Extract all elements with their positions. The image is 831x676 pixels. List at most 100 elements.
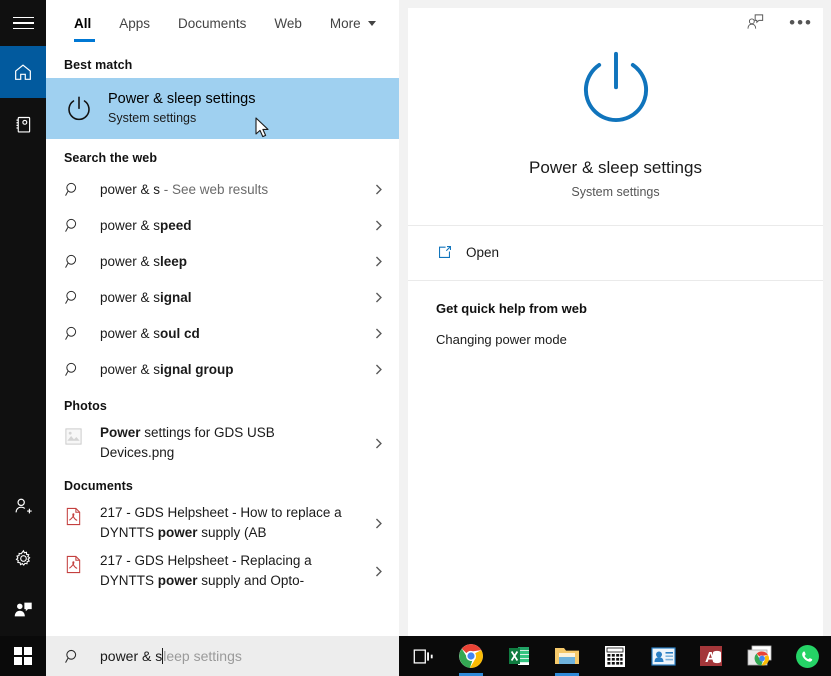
document-result-row[interactable]: 217 - GDS Helpsheet - Replacing a DYNTTS… [46, 547, 399, 595]
more-options-button[interactable]: ••• [785, 14, 817, 32]
tab-documents[interactable]: Documents [164, 0, 260, 46]
tab-apps[interactable]: Apps [105, 0, 164, 46]
web-suggestion-label: power & signal [100, 289, 365, 306]
gear-icon [13, 548, 34, 569]
preview-actions: Open [408, 226, 823, 280]
chevron-right-icon[interactable] [365, 363, 391, 376]
chevron-right-icon[interactable] [365, 255, 391, 268]
taskbar-task-view-button[interactable] [399, 636, 447, 676]
power-icon [408, 46, 823, 135]
web-suggestion-label: power & soul cd [100, 325, 365, 342]
search-icon [64, 361, 100, 378]
chevron-right-icon[interactable] [365, 437, 391, 450]
quick-help-title: Get quick help from web [436, 301, 823, 316]
chevron-right-icon[interactable] [365, 219, 391, 232]
best-match-result[interactable]: Power & sleep settings System settings [46, 78, 399, 139]
web-suggestion-row[interactable]: power & soul cd [46, 315, 399, 351]
rail-item-settings[interactable] [0, 532, 46, 584]
taskbar-photos-chrome-button[interactable] [735, 636, 783, 676]
best-match-subtitle: System settings [108, 110, 391, 127]
home-icon [12, 61, 34, 83]
search-icon [64, 253, 100, 270]
web-suggestions-list: power & s - See web results power & speed… [46, 171, 399, 387]
document-results-list: 217 - GDS Helpsheet - How to replace a D… [46, 499, 399, 595]
preview-pane-wrapper: Power & sleep settings System settings [399, 0, 831, 636]
rail-item-feedback[interactable] [0, 584, 46, 636]
whatsapp-icon [795, 644, 820, 669]
tab-web[interactable]: Web [260, 0, 316, 46]
web-suggestion-row[interactable]: power & sleep [46, 243, 399, 279]
preview-title: Power & sleep settings [408, 157, 823, 179]
quick-help-section: Get quick help from web Changing power m… [408, 281, 823, 347]
access-icon: A [699, 644, 723, 668]
taskbar-contacts-button[interactable] [639, 636, 687, 676]
quick-help-link[interactable]: Changing power mode [436, 332, 823, 347]
taskbar-whatsapp-button[interactable] [783, 636, 831, 676]
taskbar-excel-button[interactable] [495, 636, 543, 676]
taskbar-file-explorer-button[interactable] [543, 636, 591, 676]
pdf-file-icon [64, 507, 83, 526]
open-action-button[interactable]: Open [408, 236, 823, 268]
windows-search-flyout: All Apps Documents Web More Best ma [0, 0, 831, 636]
hamburger-icon [13, 17, 34, 30]
rail-item-account[interactable] [0, 480, 46, 532]
search-input-text: power & sleep settings [100, 648, 242, 664]
section-header-photos: Photos [46, 387, 399, 419]
document-result-label: 217 - GDS Helpsheet - Replacing a DYNTTS… [100, 551, 350, 591]
document-result-label: 217 - GDS Helpsheet - How to replace a D… [100, 503, 350, 543]
image-file-icon [64, 427, 83, 446]
calculator-icon [604, 645, 626, 668]
tab-more-label: More [330, 16, 361, 31]
section-header-documents: Documents [46, 467, 399, 499]
preview-subtitle: System settings [408, 185, 823, 199]
tab-all[interactable]: All [64, 0, 105, 46]
power-icon [64, 94, 108, 124]
taskbar-chrome-button[interactable] [447, 636, 495, 676]
pdf-file-icon [64, 555, 83, 574]
taskbar: power & sleep settings [0, 636, 831, 676]
chrome-icon [458, 643, 484, 669]
photo-result-label: Power settings for GDS USB Devices.png [100, 423, 350, 463]
pdf-file-icon [64, 503, 100, 526]
rail-item-notebook[interactable] [0, 98, 46, 150]
feedback-button[interactable] [741, 8, 769, 39]
search-typed-text: power & s [100, 648, 162, 664]
web-suggestion-row[interactable]: power & signal group [46, 351, 399, 387]
search-icon [64, 217, 100, 234]
ellipsis-icon: ••• [789, 13, 813, 32]
chevron-right-icon[interactable] [365, 183, 391, 196]
photo-result-row[interactable]: Power settings for GDS USB Devices.png [46, 419, 399, 467]
tab-apps-label: Apps [119, 16, 150, 31]
search-icon [64, 325, 100, 342]
web-suggestion-row[interactable]: power & s - See web results [46, 171, 399, 207]
open-action-label: Open [466, 245, 499, 260]
document-result-row[interactable]: 217 - GDS Helpsheet - How to replace a D… [46, 499, 399, 547]
search-flyout-screen: All Apps Documents Web More Best ma [0, 0, 831, 676]
search-suggestion-text: leep settings [163, 648, 242, 664]
pdf-file-icon [64, 551, 100, 574]
person-add-icon [12, 495, 34, 517]
taskbar-app-icons: A [399, 636, 831, 676]
notebook-icon [13, 114, 34, 135]
hamburger-menu-button[interactable] [0, 0, 46, 46]
taskbar-access-button[interactable]: A [687, 636, 735, 676]
taskbar-calculator-button[interactable] [591, 636, 639, 676]
chevron-right-icon[interactable] [365, 327, 391, 340]
rail-item-home[interactable] [0, 46, 46, 98]
photo-results-list: Power settings for GDS USB Devices.png [46, 419, 399, 467]
web-suggestion-label: power & sleep [100, 253, 365, 270]
web-suggestion-row[interactable]: power & speed [46, 207, 399, 243]
chevron-right-icon[interactable] [365, 565, 391, 578]
photos-chrome-icon [747, 645, 772, 667]
tab-more[interactable]: More [316, 0, 390, 46]
feedback-icon [12, 599, 34, 621]
web-suggestion-label: power & s - See web results [100, 181, 365, 198]
image-file-icon [64, 423, 100, 446]
taskbar-search-input[interactable]: power & sleep settings [46, 636, 399, 676]
web-suggestion-row[interactable]: power & signal [46, 279, 399, 315]
search-results-column: All Apps Documents Web More Best ma [46, 0, 399, 636]
chevron-right-icon[interactable] [365, 517, 391, 530]
filter-tabs: All Apps Documents Web More [46, 0, 399, 46]
chevron-right-icon[interactable] [365, 291, 391, 304]
start-button[interactable] [0, 636, 46, 676]
